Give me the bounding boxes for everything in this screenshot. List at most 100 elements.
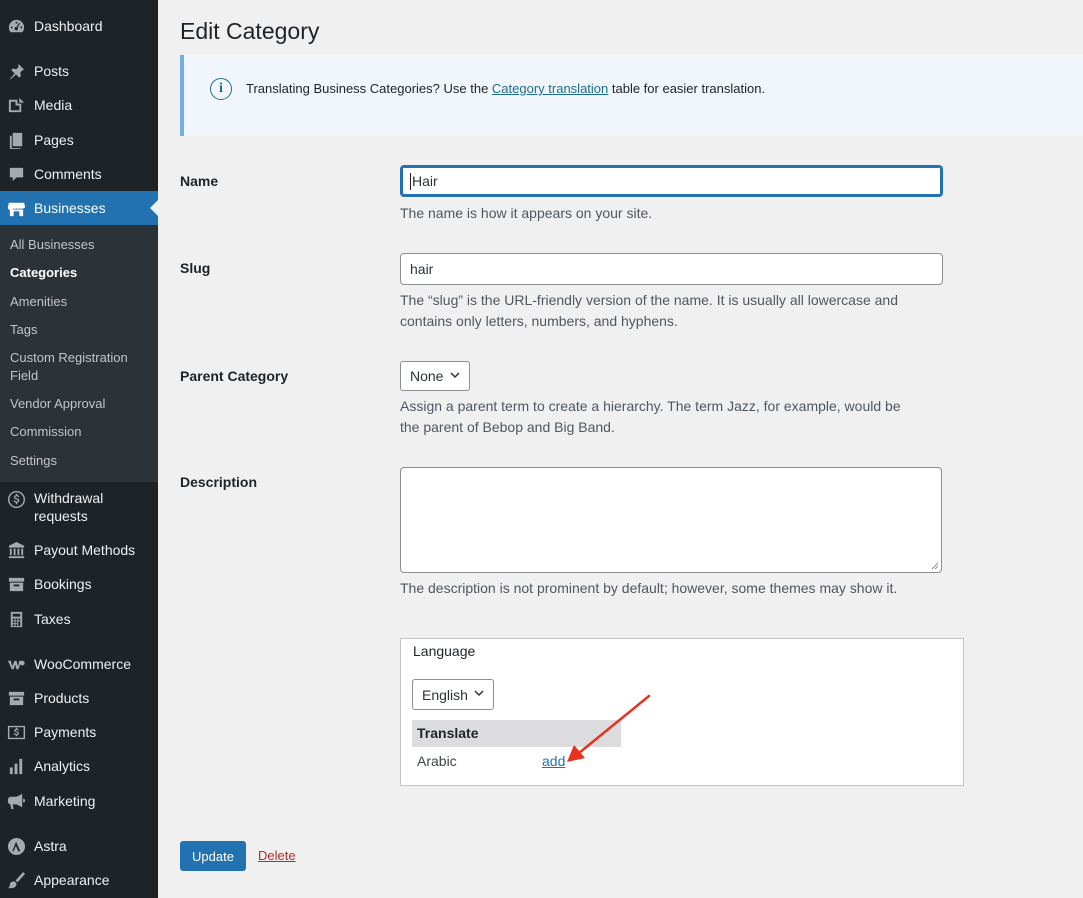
- slug-label: Slug: [180, 260, 211, 276]
- translate-row-language: Arabic: [417, 753, 457, 769]
- resize-handle-icon[interactable]: [931, 562, 939, 570]
- annotation-arrow: [567, 694, 651, 762]
- slug-description-line-1: The “slug” is the URL-friendly version o…: [400, 292, 898, 308]
- name-label: Name: [180, 173, 219, 189]
- text-caret: [410, 172, 411, 190]
- chevron-down-icon: [474, 690, 484, 699]
- sidebar-item-woocommerce[interactable]: WooCommerce: [0, 654, 158, 674]
- slug-description: The “slug” is the URL-friendly version o…: [400, 290, 940, 332]
- megaphone-icon: [6, 791, 26, 811]
- sidebar-item-comments[interactable]: Comments: [0, 164, 158, 184]
- astra-icon: [6, 836, 26, 856]
- sidebar-item-taxes[interactable]: Taxes: [0, 609, 158, 629]
- dashboard-icon: [6, 16, 26, 36]
- woocommerce-icon: [6, 654, 26, 674]
- submenu-item-settings[interactable]: Settings: [10, 452, 150, 470]
- sidebar-item-label: Taxes: [34, 611, 71, 627]
- comment-icon: [6, 164, 26, 184]
- bank-icon: [6, 540, 26, 560]
- sidebar-item-label: Posts: [34, 63, 70, 79]
- sidebar-item-products[interactable]: Products: [0, 688, 158, 708]
- info-icon: i: [210, 78, 232, 100]
- submenu-item-vendor-approval[interactable]: Vendor Approval: [10, 395, 150, 413]
- parent-category-label: Parent Category: [180, 368, 289, 384]
- slug-input-value: hair: [410, 261, 434, 277]
- chevron-down-icon: [450, 372, 460, 381]
- dollar-icon: [6, 489, 26, 509]
- pages-icon: [6, 130, 26, 150]
- submenu-item-commission[interactable]: Commission: [10, 423, 150, 441]
- sidebar-item-label: Media: [34, 97, 73, 113]
- page-title: Edit Category: [180, 18, 320, 44]
- calculator-icon: [6, 609, 26, 629]
- sidebar-item-media[interactable]: Media: [0, 95, 158, 115]
- sidebar-item-payout-methods[interactable]: Payout Methods: [0, 540, 158, 560]
- store-icon: [6, 198, 26, 218]
- sidebar-item-businesses[interactable]: Businesses: [0, 191, 158, 225]
- submenu-item-all-businesses[interactable]: All Businesses: [10, 236, 150, 254]
- parent-description-line-1: Assign a parent term to create a hierarc…: [400, 398, 901, 414]
- payment-icon: [6, 722, 26, 742]
- businesses-submenu: All Businesses Categories Amenities Tags…: [0, 225, 158, 482]
- sidebar-item-dashboard[interactable]: Dashboard: [0, 16, 158, 36]
- slug-input[interactable]: hair: [400, 253, 943, 285]
- sidebar-item-label: Appearance: [34, 872, 110, 888]
- sidebar-item-label: Payout Methods: [34, 542, 136, 558]
- add-translation-link[interactable]: add: [542, 753, 565, 769]
- sidebar-item-payments[interactable]: Payments: [0, 722, 158, 742]
- media-icon: [6, 95, 26, 115]
- sidebar-item-astra[interactable]: Astra: [0, 836, 158, 856]
- sidebar-item-label: Payments: [34, 724, 97, 740]
- bar-chart-icon: [6, 756, 26, 776]
- sidebar-item-withdrawal-requests[interactable]: Withdrawal requests: [0, 489, 158, 525]
- sidebar-item-label: Products: [34, 690, 90, 706]
- info-notice: i Translating Business Categories? Use t…: [180, 55, 1083, 136]
- name-input[interactable]: Hair: [400, 165, 943, 197]
- language-title: Language: [413, 643, 476, 659]
- submenu-item-categories[interactable]: Categories: [10, 264, 150, 282]
- archive-icon: [6, 688, 26, 708]
- archive-icon: [6, 574, 26, 594]
- update-button[interactable]: Update: [180, 841, 246, 871]
- language-select-value: English: [422, 686, 468, 703]
- parent-category-value: None: [410, 368, 444, 384]
- parent-category-select[interactable]: None: [400, 361, 470, 391]
- sidebar-item-label: Comments: [34, 166, 102, 182]
- sidebar-item-appearance[interactable]: Appearance: [0, 870, 158, 890]
- name-input-value: Hair: [412, 173, 438, 189]
- submenu-item-tags[interactable]: Tags: [10, 321, 150, 339]
- category-translation-link[interactable]: Category translation: [492, 81, 608, 96]
- parent-category-description: Assign a parent term to create a hierarc…: [400, 396, 940, 438]
- language-select[interactable]: English: [412, 679, 494, 710]
- sidebar-item-label: Businesses: [34, 200, 106, 216]
- notice-text-before: Translating Business Categories? Use the: [246, 81, 492, 96]
- language-panel: Language English Translate Arabic add: [400, 638, 964, 786]
- slug-description-line-2: contains only letters, numbers, and hyph…: [400, 313, 678, 329]
- sidebar-item-marketing[interactable]: Marketing: [0, 791, 158, 811]
- sidebar-item-pages[interactable]: Pages: [0, 130, 158, 150]
- sidebar-item-label: WooCommerce: [34, 656, 131, 672]
- submenu-item-custom-registration-field[interactable]: Custom Registration Field: [10, 349, 150, 385]
- description-label: Description: [180, 474, 258, 490]
- admin-sidebar: Dashboard Posts Media Pages Comments Bus…: [0, 0, 158, 898]
- parent-description-line-2: the parent of Bebop and Big Band.: [400, 419, 615, 435]
- sidebar-item-bookings[interactable]: Bookings: [0, 574, 158, 594]
- description-help: The description is not prominent by defa…: [400, 580, 898, 596]
- sidebar-item-label: Pages: [34, 132, 74, 148]
- description-textarea[interactable]: [400, 467, 942, 573]
- sidebar-item-label: Marketing: [34, 793, 96, 809]
- sidebar-item-label: Analytics: [34, 758, 91, 774]
- submenu-item-amenities[interactable]: Amenities: [10, 293, 150, 311]
- sidebar-item-posts[interactable]: Posts: [0, 61, 158, 81]
- current-menu-arrow: [150, 200, 158, 216]
- notice-text: Translating Business Categories? Use the…: [246, 81, 765, 97]
- notice-text-after: table for easier translation.: [608, 81, 766, 96]
- delete-link[interactable]: Delete: [258, 848, 296, 863]
- translate-header-label: Translate: [417, 725, 479, 741]
- sidebar-item-label: Bookings: [34, 576, 92, 592]
- sidebar-item-label: Withdrawal requests: [34, 490, 104, 524]
- sidebar-item-label: Astra: [34, 838, 67, 854]
- sidebar-item-analytics[interactable]: Analytics: [0, 756, 158, 776]
- name-description: The name is how it appears on your site.: [400, 205, 653, 221]
- brush-icon: [6, 870, 26, 890]
